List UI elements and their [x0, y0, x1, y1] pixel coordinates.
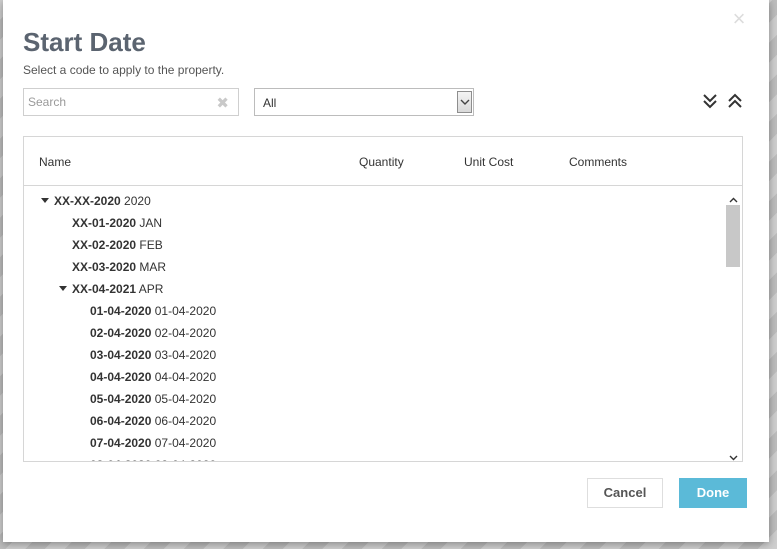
row-code: 03-04-2020: [90, 348, 152, 362]
tree-row[interactable]: XX-01-2020 JAN: [24, 212, 724, 234]
row-label: MAR: [139, 260, 167, 274]
column-header-quantity[interactable]: Quantity: [359, 155, 404, 169]
dialog-subtitle: Select a code to apply to the property.: [23, 63, 225, 77]
row-label: APR: [138, 282, 164, 296]
row-code: 02-04-2020: [90, 326, 152, 340]
tree-row[interactable]: 06-04-2020 06-04-2020: [24, 410, 724, 432]
tree-row[interactable]: 05-04-2020 05-04-2020: [24, 388, 724, 410]
row-code: XX-02-2020: [72, 238, 137, 252]
row-label: 02-04-2020: [154, 326, 217, 340]
filter-select-value: All: [263, 96, 277, 110]
grid-body: XX-XX-2020 2020 XX-01-2020 JAN XX-02-2020 …: [24, 187, 724, 461]
row-code: 05-04-2020: [90, 392, 152, 406]
scroll-down-icon[interactable]: [729, 448, 738, 466]
column-header-unit-cost[interactable]: Unit Cost: [464, 155, 513, 169]
row-label: 07-04-2020: [154, 436, 217, 450]
code-grid: Name Quantity Unit Cost Comments XX-XX-2…: [23, 136, 743, 462]
row-code: 01-04-2020: [90, 304, 152, 318]
column-header-comments[interactable]: Comments: [569, 155, 627, 169]
filter-select[interactable]: All: [254, 88, 474, 116]
tree-row[interactable]: XX-03-2020 MAR: [24, 256, 724, 278]
chevron-down-icon[interactable]: [457, 91, 472, 113]
row-label: 06-04-2020: [154, 414, 217, 428]
close-icon[interactable]: ×: [730, 8, 748, 30]
scrollbar-thumb[interactable]: [726, 205, 740, 267]
tree-row[interactable]: 02-04-2020 02-04-2020: [24, 322, 724, 344]
row-code: XX-04-2021: [72, 282, 137, 296]
tree-row[interactable]: 03-04-2020 03-04-2020: [24, 344, 724, 366]
row-code: 04-04-2020: [90, 370, 152, 384]
tree-row[interactable]: 04-04-2020 04-04-2020: [24, 366, 724, 388]
row-label: 05-04-2020: [154, 392, 217, 406]
row-label: 01-04-2020: [154, 304, 217, 318]
row-code: XX-03-2020: [72, 260, 137, 274]
done-button[interactable]: Done: [679, 478, 747, 508]
cancel-button[interactable]: Cancel: [587, 478, 663, 508]
clear-search-icon[interactable]: ✖: [216, 94, 229, 112]
tree-row[interactable]: 07-04-2020 07-04-2020: [24, 432, 724, 454]
row-code: 06-04-2020: [90, 414, 152, 428]
collapse-all-icon[interactable]: [727, 93, 743, 114]
expand-all-icon[interactable]: [702, 93, 718, 114]
row-label: 04-04-2020: [154, 370, 217, 384]
caret-down-icon[interactable]: [59, 286, 67, 292]
tree-row[interactable]: XX-XX-2020 2020: [24, 190, 724, 212]
tree-row[interactable]: 01-04-2020 01-04-2020: [24, 300, 724, 322]
start-date-dialog: × Start Date Select a code to apply to t…: [3, 0, 769, 542]
search-input[interactable]: [24, 89, 204, 115]
grid-header: Name Quantity Unit Cost Comments: [24, 137, 742, 186]
dialog-title: Start Date: [23, 27, 146, 57]
row-code: XX-01-2020: [72, 216, 137, 230]
caret-down-icon[interactable]: [41, 198, 49, 204]
row-code: 08-04-2020: [90, 458, 151, 461]
row-label: 03-04-2020: [154, 348, 217, 362]
row-label: JAN: [139, 216, 163, 230]
row-code: XX-XX-2020: [54, 194, 121, 208]
tree-row[interactable]: XX-04-2021 APR: [24, 278, 724, 300]
tree-row[interactable]: 08-04-2020 08-04-2020: [24, 454, 724, 461]
tree-row[interactable]: XX-02-2020 FEB: [24, 234, 724, 256]
row-label: 08-04-2020: [155, 458, 216, 461]
row-label: 2020: [124, 194, 151, 208]
vertical-scrollbar[interactable]: [725, 187, 742, 461]
column-header-name[interactable]: Name: [39, 155, 71, 169]
search-field: ✖: [23, 88, 239, 116]
row-label: FEB: [139, 238, 163, 252]
row-code: 07-04-2020: [90, 436, 152, 450]
